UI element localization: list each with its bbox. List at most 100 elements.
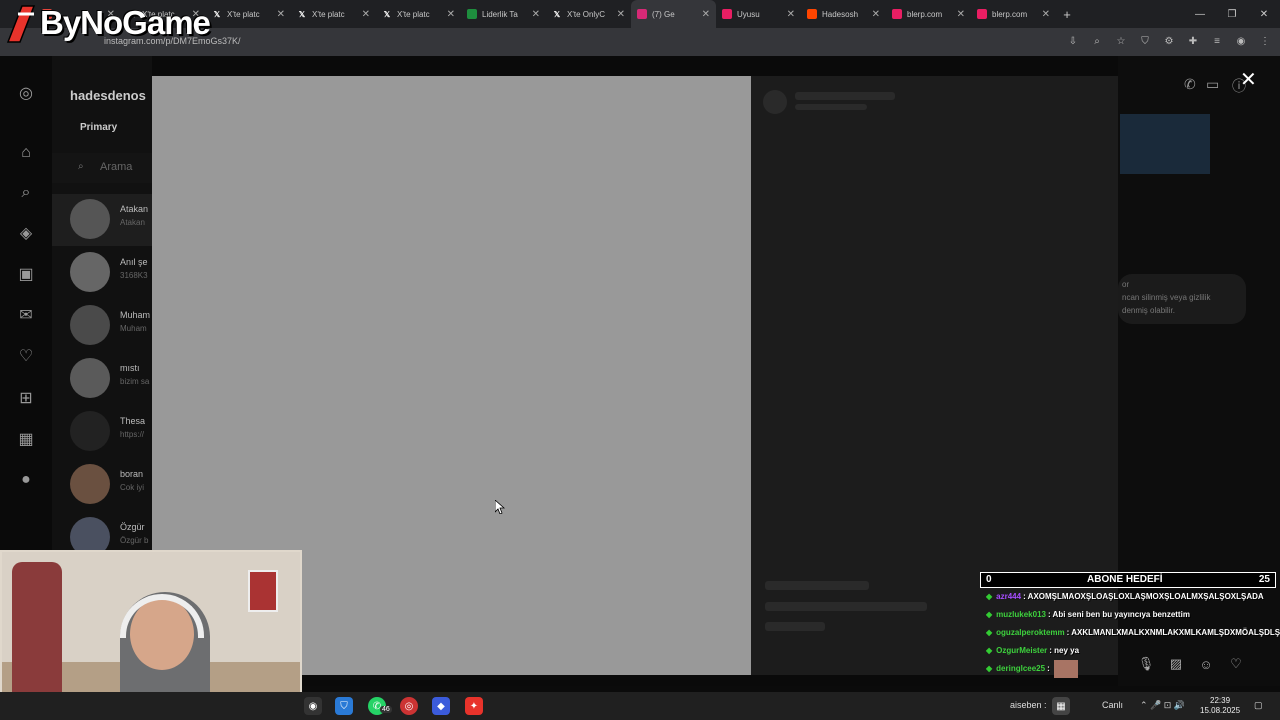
subscriber-goal-bar: 0 ABONE HEDEFİ 25 bbox=[980, 572, 1276, 588]
tab-close-icon[interactable]: ✕ bbox=[957, 9, 965, 20]
profile-avatar-icon[interactable]: ● bbox=[16, 470, 36, 490]
whatsapp-badge: 46 bbox=[380, 706, 392, 713]
profile-icon[interactable]: ◉ bbox=[1234, 34, 1248, 48]
search-icon[interactable]: ⌕ bbox=[16, 183, 36, 203]
dashboard-icon[interactable]: ▦ bbox=[16, 429, 36, 449]
conversation-item[interactable]: Muham Muham bbox=[52, 300, 152, 352]
shield-icon[interactable]: ⛉ bbox=[1138, 34, 1152, 48]
close-window-icon[interactable]: ✕ bbox=[1248, 0, 1280, 28]
app-icon[interactable]: ▦ bbox=[1052, 697, 1070, 715]
tab-label: X'te platc bbox=[312, 9, 345, 19]
shared-image-thumb[interactable] bbox=[1120, 114, 1210, 174]
chat-username: oguzalperoktemm bbox=[996, 628, 1065, 637]
tab-favicon-icon bbox=[722, 9, 732, 19]
extension-icon[interactable]: ⚙ bbox=[1162, 34, 1176, 48]
tab-close-icon[interactable]: ✕ bbox=[277, 9, 285, 20]
microphone-icon[interactable]: 🎙 bbox=[1138, 656, 1155, 672]
tab-favicon-icon bbox=[977, 9, 987, 19]
sticker-icon[interactable]: ☺ bbox=[1198, 656, 1214, 672]
chat-emote-image bbox=[1053, 660, 1078, 678]
restore-icon[interactable]: ❐ bbox=[1216, 0, 1248, 28]
minimize-icon[interactable]: — bbox=[1184, 0, 1216, 28]
conversation-item[interactable]: Atakan Atakan bbox=[52, 194, 152, 246]
tab-close-icon[interactable]: ✕ bbox=[702, 9, 710, 20]
unavailable-notice: or ncan silinmiş veya gizlilik denmiş ol… bbox=[1118, 274, 1246, 324]
install-icon[interactable]: ⇩ bbox=[1066, 34, 1080, 48]
browser-tab[interactable]: blerp.com ✕ bbox=[886, 0, 971, 28]
avatar bbox=[70, 411, 110, 451]
tab-close-icon[interactable]: ✕ bbox=[447, 9, 455, 20]
notice-line: or bbox=[1122, 280, 1130, 289]
chat-badge-icon: ◆ bbox=[986, 610, 993, 619]
browser-tab[interactable]: Uyusu ✕ bbox=[716, 0, 801, 28]
chat-username: deringlcee25 bbox=[996, 664, 1046, 673]
new-tab-button[interactable]: + bbox=[1056, 7, 1078, 22]
dm-username[interactable]: hadesdenos bbox=[70, 88, 146, 103]
cam-figure bbox=[12, 562, 62, 712]
video-icon[interactable]: ▭ bbox=[1206, 76, 1219, 93]
browser-tab[interactable]: 𝕏 X'te OnlyC ✕ bbox=[546, 0, 631, 28]
image-icon[interactable]: ▨ bbox=[1168, 656, 1184, 672]
zoom-icon[interactable]: ⌕ bbox=[1090, 34, 1104, 48]
conversation-snippet: Muham bbox=[120, 324, 147, 333]
message-input-icons: 🎙 ▨ ☺ ♡ bbox=[1138, 656, 1244, 672]
explore-icon[interactable]: ◈ bbox=[16, 223, 36, 243]
close-modal-icon[interactable]: ✕ bbox=[1240, 67, 1257, 92]
notifications-heart-icon[interactable]: ♡ bbox=[16, 346, 36, 366]
tab-close-icon[interactable]: ✕ bbox=[787, 9, 795, 20]
media-icon[interactable]: ≡ bbox=[1210, 34, 1224, 48]
conversation-item[interactable]: Anıl şe 3168K3 bbox=[52, 247, 152, 299]
chat-text: : ney ya bbox=[1049, 646, 1080, 655]
tray-icons[interactable]: ⌃ 🎤 ⊡ 🔊 bbox=[1140, 700, 1185, 711]
browser-tab[interactable]: (7) Ge ✕ bbox=[631, 0, 716, 28]
notice-line: ncan silinmiş veya gizlilik bbox=[1122, 293, 1211, 302]
cam-poster bbox=[248, 570, 278, 612]
bookmark-star-icon[interactable]: ☆ bbox=[1114, 34, 1128, 48]
goal-target: 25 bbox=[1258, 574, 1270, 585]
tab-close-icon[interactable]: ✕ bbox=[1042, 9, 1050, 20]
tab-primary[interactable]: Primary bbox=[80, 122, 117, 133]
puzzle-icon[interactable]: ✚ bbox=[1186, 34, 1200, 48]
conversation-name: Muham bbox=[120, 310, 151, 320]
reels-icon[interactable]: ▣ bbox=[16, 264, 36, 284]
home-icon[interactable]: ⌂ bbox=[16, 143, 36, 163]
create-icon[interactable]: ⊞ bbox=[16, 388, 36, 408]
browser-tab[interactable]: 𝕏 X'te platc ✕ bbox=[376, 0, 461, 28]
notification-icon[interactable]: ▢ bbox=[1254, 700, 1263, 711]
search-placeholder: Arama bbox=[100, 161, 133, 173]
tab-label: X'te platc bbox=[227, 9, 260, 19]
conversation-name: Atakan bbox=[120, 204, 149, 214]
tab-close-icon[interactable]: ✕ bbox=[617, 9, 625, 20]
chat-username: azr444 bbox=[996, 592, 1022, 601]
browser-tab[interactable]: Hadesosh ✕ bbox=[801, 0, 886, 28]
defender-icon[interactable]: ⛉ bbox=[335, 697, 353, 715]
phone-icon[interactable]: ✆ bbox=[1184, 76, 1196, 93]
tab-close-icon[interactable]: ✕ bbox=[532, 9, 540, 20]
chat-text: : Abi seni ben bu yayıncıya benzettim bbox=[1047, 610, 1190, 619]
chrome-icon[interactable]: ◉ bbox=[304, 697, 322, 715]
app-icon[interactable]: ◆ bbox=[432, 697, 450, 715]
live-label[interactable]: Canlı bbox=[1102, 700, 1123, 710]
app-icon[interactable]: ✦ bbox=[465, 697, 483, 715]
system-clock[interactable]: 22:39 15.08.2025 bbox=[1200, 696, 1240, 716]
tab-label: Hadesosh bbox=[822, 9, 859, 19]
messages-icon[interactable]: ✉ bbox=[16, 305, 36, 325]
address-bar-icons: ⇩ ⌕ ☆ ⛉ ⚙ ✚ ≡ ◉ ⋮ bbox=[1066, 34, 1272, 48]
dm-search-input[interactable]: ⌕ Arama bbox=[52, 153, 152, 183]
instagram-icon[interactable]: ◎ bbox=[16, 83, 36, 103]
browser-tab[interactable]: blerp.com ✕ bbox=[971, 0, 1056, 28]
conversation-snippet: 3168K3 bbox=[120, 271, 148, 280]
browser-tab[interactable]: 𝕏 X'te platc ✕ bbox=[206, 0, 291, 28]
conversation-item[interactable]: boran Cok iyi bbox=[52, 459, 152, 511]
conversation-snippet: https:// bbox=[120, 430, 145, 439]
menu-icon[interactable]: ⋮ bbox=[1258, 34, 1272, 48]
browser-tab[interactable]: Liderlik Ta ✕ bbox=[461, 0, 546, 28]
app-icon[interactable]: ◎ bbox=[400, 697, 418, 715]
conversation-item[interactable]: mıstı bizim sa bbox=[52, 353, 152, 405]
logo-mark-icon bbox=[6, 5, 36, 43]
like-heart-icon[interactable]: ♡ bbox=[1228, 656, 1244, 672]
conversation-item[interactable]: Thesa https:// bbox=[52, 406, 152, 458]
tab-close-icon[interactable]: ✕ bbox=[872, 9, 880, 20]
tab-close-icon[interactable]: ✕ bbox=[362, 9, 370, 20]
browser-tab[interactable]: 𝕏 X'te platc ✕ bbox=[291, 0, 376, 28]
